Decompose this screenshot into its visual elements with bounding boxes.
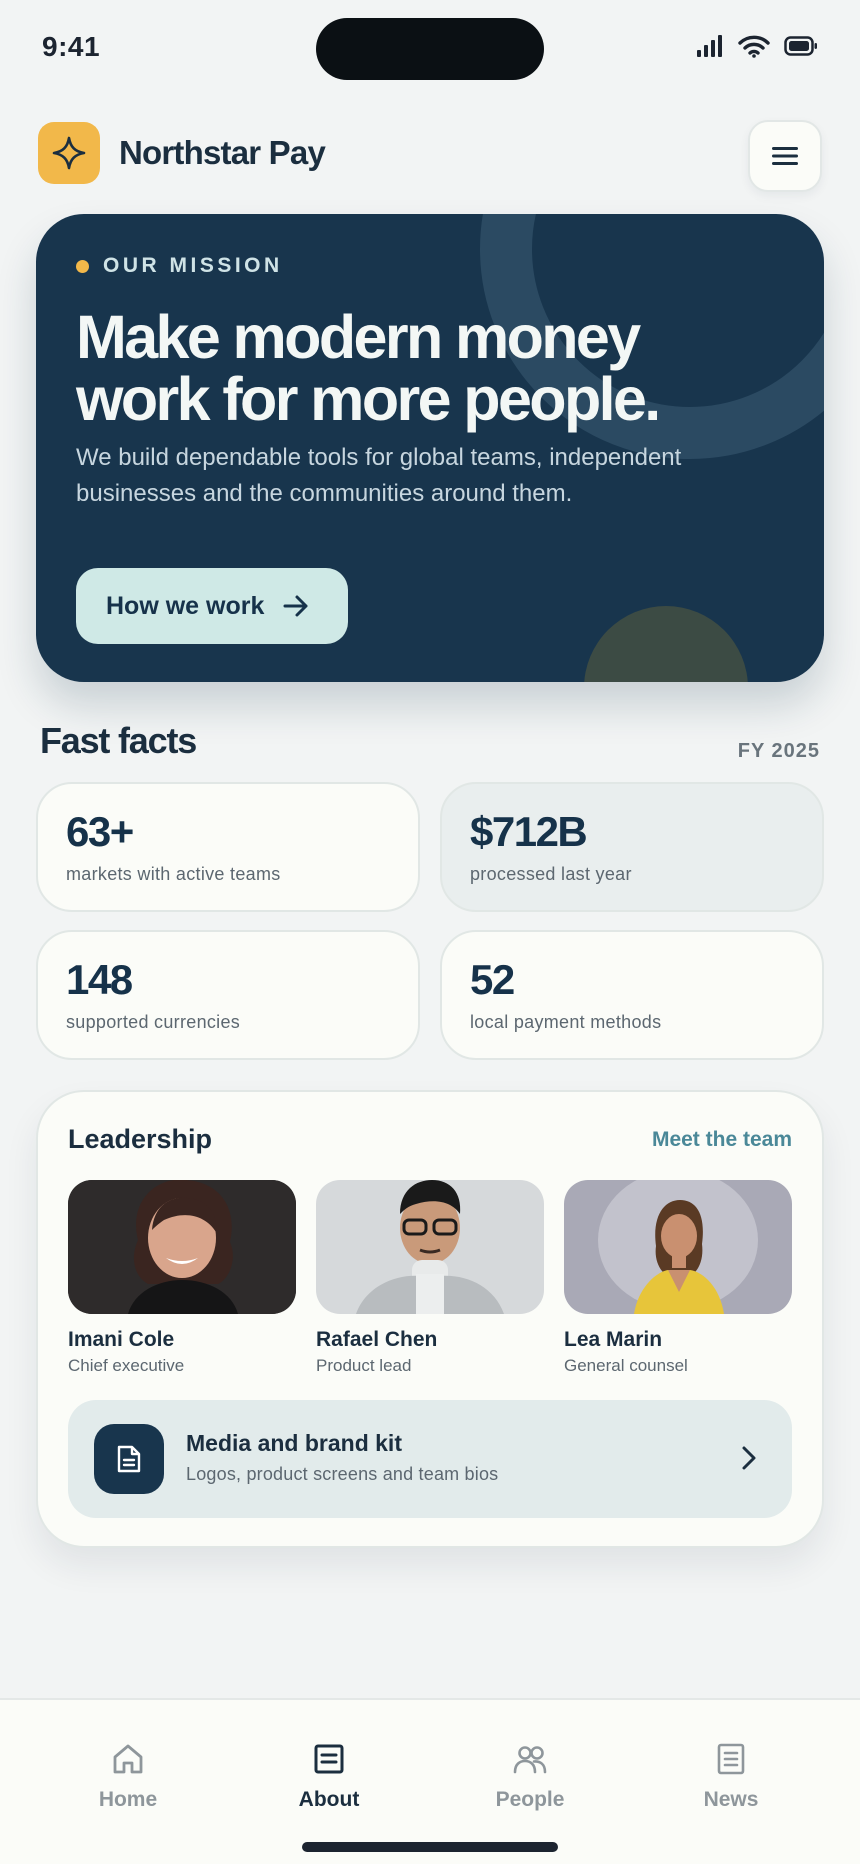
fact-label: local payment methods <box>470 1012 662 1032</box>
news-icon <box>717 1740 745 1778</box>
battery-icon <box>784 36 817 56</box>
home-indicator <box>302 1842 558 1852</box>
fact-value: $712B <box>470 808 588 855</box>
leader-name: Rafael Chen <box>316 1328 438 1351</box>
leadership-card: Leadership Meet the team Imani Cole Chie… <box>36 1090 824 1548</box>
signal-icon <box>697 35 722 57</box>
tab-people[interactable]: People <box>460 1740 600 1812</box>
avatar <box>316 1180 544 1314</box>
tab-label: Home <box>98 1788 158 1811</box>
fact-card-markets: 63+ markets with active teams <box>36 782 420 912</box>
people-icon <box>512 1740 548 1778</box>
eyebrow-dot <box>76 259 89 273</box>
tab-about[interactable]: About <box>259 1740 399 1812</box>
status-time: 9:41 <box>42 31 101 62</box>
hamburger-icon <box>772 147 798 165</box>
hero-eyebrow: OUR MISSION <box>76 254 283 278</box>
tab-home[interactable]: Home <box>58 1740 198 1812</box>
status-icons <box>696 34 818 58</box>
decorative-circle <box>584 606 748 682</box>
fact-value: 52 <box>470 956 515 1003</box>
eyebrow-label: OUR MISSION <box>103 254 283 277</box>
document-icon <box>117 1445 141 1473</box>
cta-label: How we work <box>106 591 265 620</box>
leader-card-lea-marin[interactable]: Lea Marin General counsel <box>564 1180 792 1376</box>
leader-name: Lea Marin <box>564 1328 663 1351</box>
media-subtitle: Logos, product screens and team bios <box>186 1464 499 1484</box>
fact-label: processed last year <box>470 864 632 884</box>
media-brand-kit-row[interactable]: Media and brand kit Logos, product scree… <box>68 1400 792 1518</box>
avatar <box>564 1180 792 1314</box>
hero-title: Make modern money work for more people. <box>76 303 661 433</box>
fact-label: supported currencies <box>66 1012 241 1032</box>
tab-news[interactable]: News <box>661 1740 801 1812</box>
app-header: Northstar Pay <box>38 120 822 194</box>
leader-role: Product lead <box>316 1356 412 1375</box>
fiscal-year-label: FY 2025 <box>737 740 820 762</box>
leader-role: General counsel <box>564 1356 688 1375</box>
fact-label: markets with active teams <box>66 864 281 884</box>
status-bar: 9:41 <box>0 0 860 100</box>
menu-button[interactable] <box>748 120 822 192</box>
bottom-tab-bar: Home About People News <box>0 1698 860 1864</box>
hero-description: We build dependable tools for global tea… <box>76 444 682 507</box>
home-icon <box>111 1740 145 1778</box>
arrow-right-icon <box>283 595 308 617</box>
fact-card-currencies: 148 supported currencies <box>36 930 420 1060</box>
tab-label: People <box>495 1788 565 1811</box>
fact-value: 63+ <box>66 808 134 855</box>
meet-the-team-link[interactable]: Meet the team <box>652 1128 792 1152</box>
fact-value: 148 <box>66 956 133 1003</box>
fact-card-payment-methods: 52 local payment methods <box>440 930 824 1060</box>
mission-hero-card: OUR MISSION Make modern money work for m… <box>36 214 824 682</box>
tab-label: News <box>703 1788 759 1811</box>
leadership-heading: Leadership <box>68 1124 213 1154</box>
dynamic-island <box>316 18 544 80</box>
wifi-icon <box>738 35 770 58</box>
fast-facts-heading: Fast facts <box>40 720 197 761</box>
chevron-right-icon <box>742 1446 756 1470</box>
about-icon <box>314 1740 344 1778</box>
sparkle-icon <box>52 136 86 170</box>
avatar <box>68 1180 296 1314</box>
leader-card-imani-cole[interactable]: Imani Cole Chief executive <box>68 1180 296 1376</box>
brand-name: Northstar Pay <box>119 134 326 171</box>
tab-label: About <box>298 1788 360 1811</box>
leader-card-rafael-chen[interactable]: Rafael Chen Product lead <box>316 1180 544 1376</box>
media-icon-box <box>94 1424 164 1494</box>
brand-logo[interactable] <box>38 122 100 184</box>
leader-role: Chief executive <box>68 1356 185 1375</box>
leader-name: Imani Cole <box>68 1328 175 1351</box>
fact-card-processed: $712B processed last year <box>440 782 824 912</box>
how-we-work-button[interactable]: How we work <box>76 568 348 644</box>
media-title: Media and brand kit <box>186 1430 402 1456</box>
